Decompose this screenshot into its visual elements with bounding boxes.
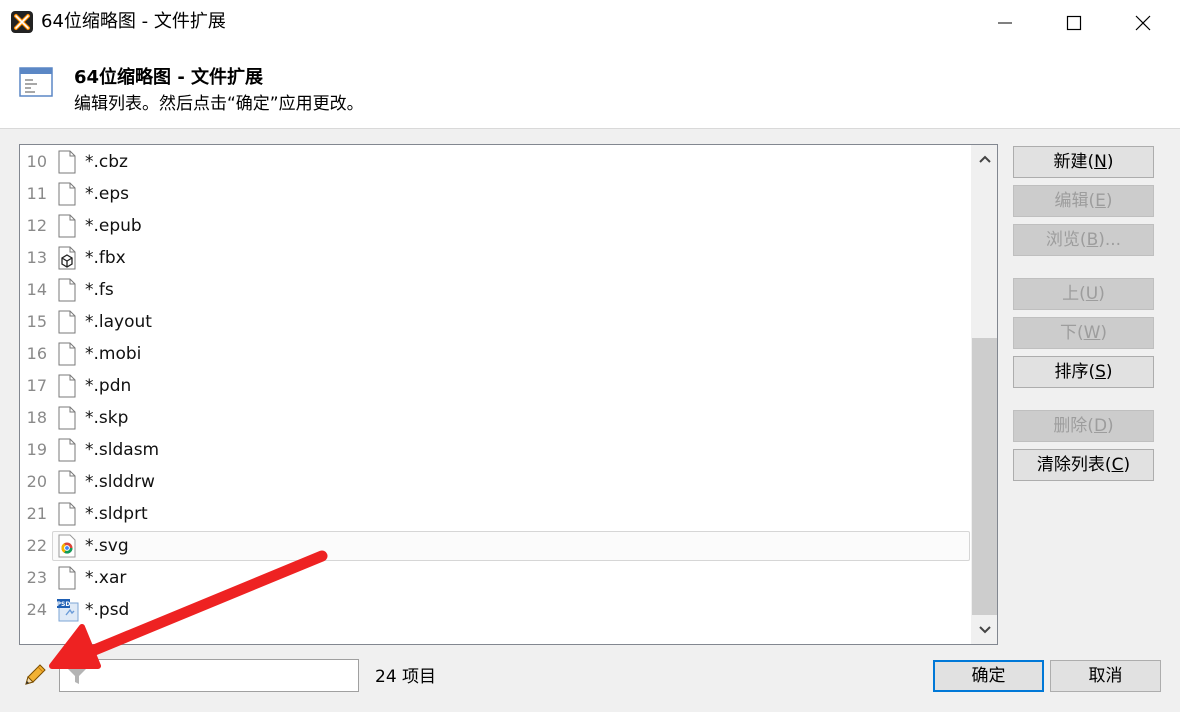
- title-bar: 64位缩略图 - 文件扩展: [0, 0, 1180, 46]
- selection-highlight: [52, 531, 970, 561]
- header-title: 64位缩略图 - 文件扩展: [74, 67, 264, 88]
- blank-file-icon: [56, 566, 78, 590]
- close-button[interactable]: [1110, 0, 1176, 46]
- clear-list-button[interactable]: 清除列表(C): [1013, 449, 1154, 481]
- list-item[interactable]: 10 *.cbz: [20, 146, 972, 178]
- blank-file-icon: [56, 374, 78, 398]
- new-button[interactable]: 新建(N): [1013, 146, 1154, 178]
- list-item[interactable]: 20 *.slddrw: [20, 466, 972, 498]
- 3d-cube-file-icon: [56, 246, 78, 270]
- list-item-name: *.pdn: [85, 376, 132, 396]
- vertical-scrollbar[interactable]: [971, 145, 997, 644]
- blank-file-icon: [56, 406, 78, 430]
- blank-file-icon: [56, 470, 78, 494]
- move-up-button[interactable]: 上(U): [1013, 278, 1154, 310]
- dialog-header: 64位缩略图 - 文件扩展 编辑列表。然后点击“确定”应用更改。: [0, 46, 1180, 128]
- browse-button[interactable]: 浏览(B)...: [1013, 224, 1154, 256]
- list-item[interactable]: 13 *.fbx: [20, 242, 972, 274]
- list-item-number: 17: [26, 376, 47, 395]
- list-item[interactable]: 17 *.pdn: [20, 370, 972, 402]
- list-item[interactable]: 16 *.mobi: [20, 338, 972, 370]
- list-item-number: 12: [26, 216, 47, 235]
- list-item[interactable]: 11 *.eps: [20, 178, 972, 210]
- list-item-name: *.fs: [85, 280, 114, 300]
- chevron-up-icon: [978, 155, 991, 163]
- list-item-name: *.slddrw: [85, 472, 155, 492]
- blank-file-icon: [56, 182, 78, 206]
- maximize-button[interactable]: [1041, 0, 1107, 46]
- blank-file-icon: [56, 438, 78, 462]
- pencil-icon[interactable]: [22, 662, 48, 688]
- list-item-name: *.fbx: [85, 248, 126, 268]
- psd-file-icon: PSD: [56, 598, 79, 622]
- scroll-up-button[interactable]: [971, 145, 997, 173]
- blank-file-icon: [56, 214, 78, 238]
- blank-file-icon: [56, 342, 78, 366]
- svg-text:PSD: PSD: [57, 601, 71, 608]
- list-window-icon: [19, 67, 53, 97]
- list-item[interactable]: 21 *.sldprt: [20, 498, 972, 530]
- list-item-number: 20: [26, 472, 47, 491]
- list-item[interactable]: 12 *.epub: [20, 210, 972, 242]
- list-item-name: *.psd: [85, 600, 130, 620]
- list-item[interactable]: 15 *.layout: [20, 306, 972, 338]
- cancel-button[interactable]: 取消: [1050, 660, 1161, 692]
- header-divider: [0, 128, 1180, 129]
- scroll-thumb[interactable]: [972, 338, 997, 615]
- list-item-number: 21: [26, 504, 47, 523]
- blank-file-icon: [56, 278, 78, 302]
- list-item[interactable]: 24 PSD *.psd: [20, 594, 972, 626]
- list-item-number: 10: [26, 152, 47, 171]
- list-item-name: *.skp: [85, 408, 129, 428]
- scroll-down-button[interactable]: [971, 616, 997, 644]
- list-item-name: *.sldasm: [85, 440, 160, 460]
- window-title: 64位缩略图 - 文件扩展: [41, 11, 226, 32]
- list-item-name: *.layout: [85, 312, 152, 332]
- blank-file-icon: [56, 502, 78, 526]
- list-item-name: *.xar: [85, 568, 127, 588]
- chrome-file-icon: [56, 534, 78, 558]
- xyplorer-x-icon: [11, 11, 33, 33]
- minimize-button[interactable]: [972, 0, 1038, 46]
- list-item-number: 24: [26, 600, 47, 619]
- list-item-number: 14: [26, 280, 47, 299]
- list-item[interactable]: 22 *.svg: [20, 530, 972, 562]
- filter-input[interactable]: [59, 659, 359, 692]
- list-item-number: 13: [26, 248, 47, 267]
- list-item-number: 19: [26, 440, 47, 459]
- list-item-number: 23: [26, 568, 47, 587]
- list-item[interactable]: 18 *.skp: [20, 402, 972, 434]
- blank-file-icon: [56, 310, 78, 334]
- list-item-name: *.sldprt: [85, 504, 148, 524]
- extension-list[interactable]: 10 *.cbz 11 *.eps 12 *.epub 13 *.fbx 14 *.fs 15 *.l…: [19, 144, 998, 645]
- item-count: 24 项目: [375, 667, 437, 687]
- sort-button[interactable]: 排序(S): [1013, 356, 1154, 388]
- chevron-down-icon: [978, 626, 991, 634]
- list-item[interactable]: 23 *.xar: [20, 562, 972, 594]
- list-item-name: *.mobi: [85, 344, 142, 364]
- list-item-number: 22: [26, 536, 47, 555]
- list-item[interactable]: 19 *.sldasm: [20, 434, 972, 466]
- list-item-number: 15: [26, 312, 47, 331]
- list-item-name: *.epub: [85, 216, 142, 236]
- list-item-name: *.eps: [85, 184, 130, 204]
- list-item[interactable]: 14 *.fs: [20, 274, 972, 306]
- list-item-number: 16: [26, 344, 47, 363]
- ok-button[interactable]: 确定: [933, 660, 1044, 692]
- maximize-icon: [1066, 15, 1082, 31]
- list-item-name: *.cbz: [85, 152, 128, 172]
- list-item-number: 18: [26, 408, 47, 427]
- list-item-number: 11: [26, 184, 47, 203]
- list-item-name: *.svg: [85, 536, 129, 556]
- move-down-button[interactable]: 下(W): [1013, 317, 1154, 349]
- header-subtitle: 编辑列表。然后点击“确定”应用更改。: [74, 94, 364, 114]
- close-icon: [1135, 15, 1151, 31]
- delete-button[interactable]: 删除(D): [1013, 410, 1154, 442]
- blank-file-icon: [56, 150, 78, 174]
- edit-button[interactable]: 编辑(E): [1013, 185, 1154, 217]
- funnel-icon: [67, 668, 87, 684]
- minimize-icon: [998, 22, 1012, 24]
